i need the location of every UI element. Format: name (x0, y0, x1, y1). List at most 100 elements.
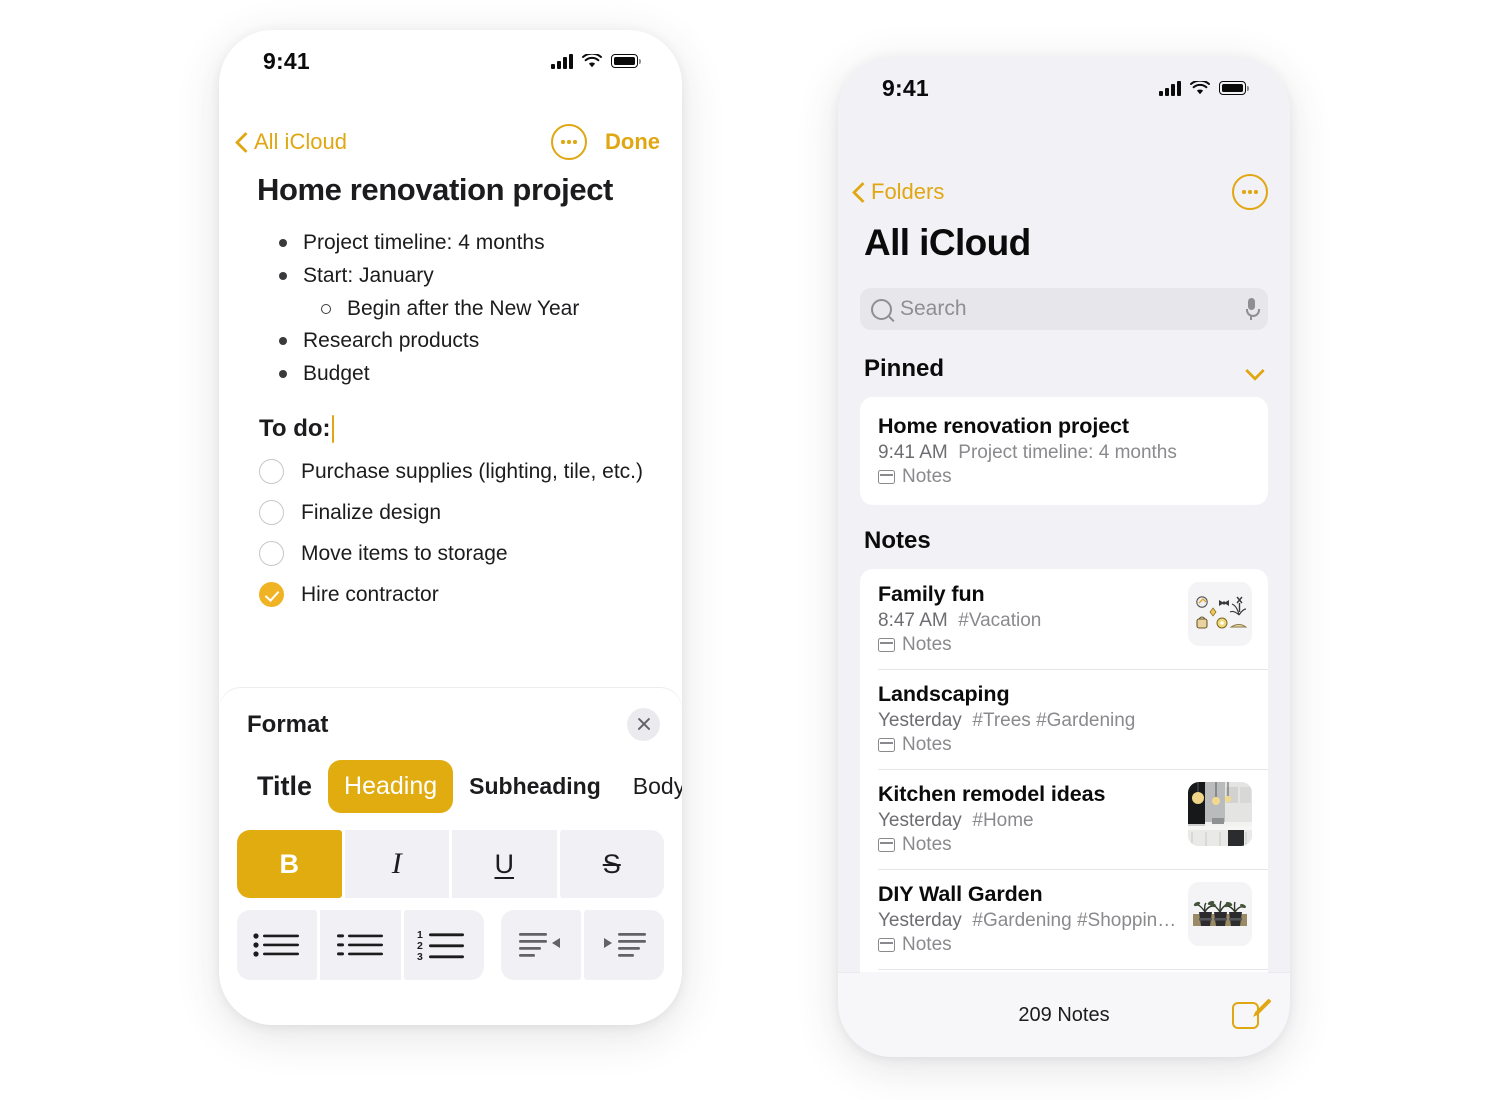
ellipsis-circle-icon[interactable] (551, 124, 587, 160)
note-item-folder-label: Notes (902, 734, 952, 755)
todo-heading-text: To do: (259, 415, 331, 443)
format-panel-header: Format (237, 688, 664, 741)
dashed-list-button[interactable] (320, 910, 401, 980)
note-item-folder-label: Notes (902, 634, 952, 655)
note-item-folder-label: Notes (902, 934, 952, 955)
pinned-notes-card: Home renovation project 9:41 AM Project … (860, 397, 1268, 505)
note-item-subtitle: 8:47 AM #Vacation (878, 610, 1178, 632)
outdent-button[interactable] (501, 910, 582, 980)
battery-icon (1219, 81, 1249, 95)
checklist-item-label: Hire contractor (301, 582, 439, 606)
cellular-bars-icon (1159, 80, 1181, 96)
wifi-icon (582, 53, 602, 67)
back-to-all-icloud-button[interactable]: All iCloud (237, 129, 347, 155)
note-item-text: Kitchen remodel ideas Yesterday #Home No… (878, 782, 1178, 856)
checklist-item[interactable]: Finalize design (259, 492, 660, 533)
editor-navbar: All iCloud Done (219, 120, 682, 164)
note-item-preview: #Gardening #Shopping… (972, 910, 1178, 931)
checklist-item[interactable]: Hire contractor (259, 574, 660, 615)
checkbox-unchecked-icon[interactable] (259, 459, 284, 485)
note-title: Home renovation project (257, 172, 613, 207)
bulleted-list-icon (253, 933, 300, 957)
battery-icon (611, 54, 641, 68)
search-input[interactable]: Search (860, 288, 1268, 330)
kitchen-photo-thumbnail (1188, 782, 1252, 846)
note-content: Home renovation project Project timeline… (219, 164, 682, 615)
note-item-subtitle: Yesterday #Home (878, 810, 1178, 832)
checkbox-unchecked-icon[interactable] (259, 500, 284, 526)
status-time: 9:41 (263, 47, 310, 74)
close-icon[interactable] (627, 708, 660, 741)
note-item-folder: Notes (878, 834, 1178, 856)
notes-section-header: Notes (838, 527, 1290, 555)
bold-button[interactable]: B (237, 830, 342, 898)
numbered-list-button[interactable]: 1 2 3 (403, 910, 485, 980)
list-item[interactable]: Start: January (259, 261, 660, 291)
note-item-preview: #Vacation (958, 610, 1042, 631)
note-item-time: Yesterday (878, 710, 962, 731)
bulleted-list-button[interactable] (237, 910, 318, 980)
notes-scroll-area[interactable]: Pinned Home renovation project 9:41 AM P… (838, 333, 1290, 997)
chevron-down-icon[interactable] (1247, 364, 1264, 375)
list-style-row: 1 2 3 (237, 910, 665, 980)
status-time: 9:41 (882, 74, 929, 101)
note-list-item[interactable]: DIY Wall Garden Yesterday #Gardening #Sh… (860, 869, 1268, 969)
checklist-item-label: Finalize design (301, 500, 442, 524)
list-item[interactable]: Budget (259, 359, 660, 389)
underline-button[interactable]: U (452, 830, 557, 898)
page-title: All iCloud (864, 222, 1031, 263)
note-item-text: Family fun 8:47 AM #Vacation Notes (878, 582, 1178, 656)
note-item-subtitle: Yesterday #Gardening #Shopping… (878, 910, 1178, 932)
strikethrough-button[interactable]: S (559, 830, 664, 898)
status-icons (1159, 80, 1249, 96)
italic-button[interactable]: I (344, 830, 449, 898)
list-item[interactable]: Project timeline: 4 months (259, 228, 660, 258)
screenshot-stage: 9:41 All iCloud Done Home renovation pro… (0, 0, 1500, 1100)
numbered-list-icon: 1 2 3 (417, 929, 465, 962)
compose-icon[interactable] (1232, 998, 1272, 1031)
chevron-left-icon (854, 183, 865, 202)
notes-card: Family fun 8:47 AM #Vacation Notes Lands… (860, 569, 1268, 997)
note-item-text: Landscaping Yesterday #Trees #Gardening … (878, 682, 1252, 756)
wall-garden-photo-thumbnail (1188, 882, 1252, 946)
style-title-button[interactable]: Title (241, 759, 328, 814)
note-item-time: 9:41 AM (878, 442, 948, 463)
list-item[interactable]: Research products (259, 326, 660, 356)
style-heading-button[interactable]: Heading (328, 760, 454, 813)
note-item-preview: #Trees #Gardening (972, 710, 1136, 731)
note-item-title: Kitchen remodel ideas (878, 782, 1106, 806)
note-list-item[interactable]: Landscaping Yesterday #Trees #Gardening … (860, 669, 1268, 769)
strikethrough-label: S (602, 848, 621, 879)
checkbox-checked-icon[interactable] (259, 582, 284, 608)
note-item-folder-label: Notes (902, 466, 952, 487)
status-bar: 9:41 (838, 57, 1290, 119)
note-item-folder-label: Notes (902, 834, 952, 855)
checklist-item[interactable]: Move items to storage (259, 533, 660, 574)
checkbox-unchecked-icon[interactable] (259, 541, 284, 567)
style-body-button[interactable]: Body (617, 761, 682, 812)
microphone-icon[interactable] (1245, 298, 1260, 320)
note-list-item[interactable]: Kitchen remodel ideas Yesterday #Home No… (860, 769, 1268, 869)
note-item-title: DIY Wall Garden (878, 882, 1043, 906)
indent-group (501, 910, 665, 980)
note-item-title: Landscaping (878, 682, 1010, 706)
bold-label: B (279, 848, 300, 879)
ellipsis-circle-icon[interactable] (1232, 174, 1268, 210)
back-to-folders-button[interactable]: Folders (854, 179, 944, 205)
status-bar: 9:41 (219, 30, 682, 92)
phone-notes-list: 9:41 Folders All iCloud Search Pinned Ho… (838, 57, 1290, 1057)
indent-button[interactable] (584, 910, 665, 980)
note-item-preview: Project timeline: 4 months (958, 442, 1177, 463)
style-subheading-button[interactable]: Subheading (453, 761, 617, 812)
chevron-left-icon (237, 133, 248, 152)
search-placeholder: Search (900, 297, 967, 320)
done-button[interactable]: Done (605, 129, 660, 155)
emoji-vacation-thumbnail (1188, 582, 1252, 646)
todo-heading: To do: (259, 415, 660, 444)
note-list-item[interactable]: Home renovation project 9:41 AM Project … (860, 401, 1268, 501)
note-list-item[interactable]: Family fun 8:47 AM #Vacation Notes (860, 569, 1268, 669)
note-bullet-list: Project timeline: 4 months Start: Januar… (259, 228, 660, 389)
note-item-preview: #Home (972, 810, 1034, 831)
list-item[interactable]: Begin after the New Year (259, 294, 660, 324)
checklist-item[interactable]: Purchase supplies (lighting, tile, etc.) (259, 451, 660, 492)
